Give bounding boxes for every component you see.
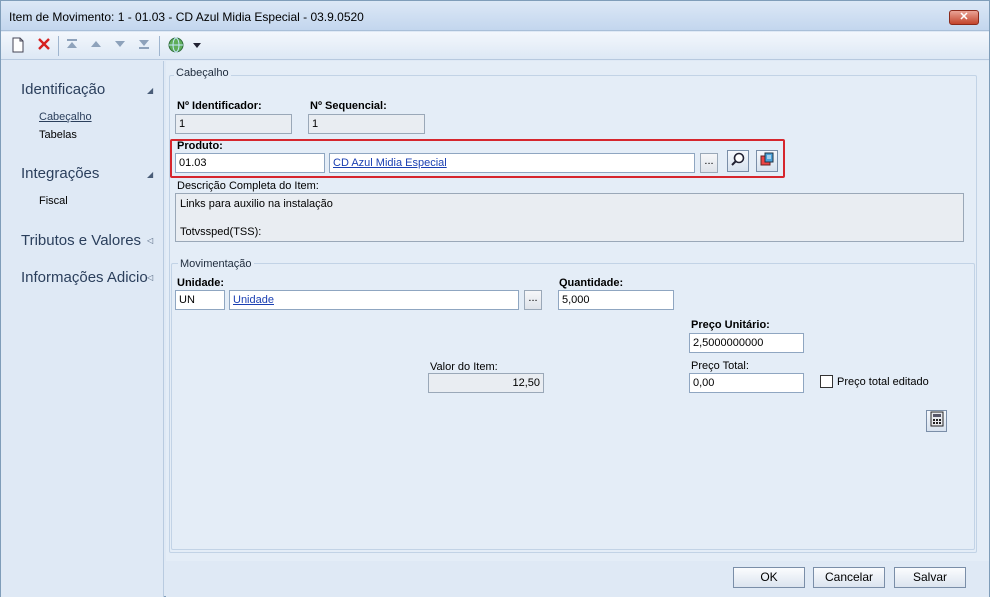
toolbar-separator (58, 36, 59, 56)
cabecalho-group-label: Cabeçalho (174, 67, 231, 79)
unidade-name-link[interactable]: Unidade (229, 290, 519, 310)
search-icon[interactable] (727, 150, 749, 172)
save-button[interactable]: Salvar (894, 567, 966, 588)
dialog-window: Item de Movimento: 1 - 01.03 - CD Azul M… (0, 0, 990, 597)
nav-section-identificacao[interactable]: Identificação (21, 81, 105, 98)
quantidade-label: Quantidade: (559, 277, 624, 289)
first-icon[interactable] (63, 37, 81, 55)
side-navigation: Identificação ◢ Cabeçalho Tabelas Integr… (1, 61, 164, 597)
nav-section-tributos[interactable]: Tributos e Valores (21, 232, 141, 249)
produto-code-field[interactable]: 01.03 (175, 153, 325, 173)
valor-item-field[interactable]: 12,50 (428, 373, 544, 393)
close-icon: ✕ (959, 11, 969, 23)
preco-total-editado-label: Preço total editado (837, 376, 929, 388)
previous-icon[interactable] (87, 37, 105, 55)
identificador-label: Nº Identificador: (177, 100, 262, 112)
unidade-lookup-button[interactable]: ... (524, 290, 542, 310)
delete-icon[interactable] (35, 37, 53, 55)
descricao-line: Totvssped(TSS): (180, 226, 262, 238)
descricao-line (180, 211, 959, 225)
produto-name-link[interactable]: CD Azul Midia Especial (329, 153, 695, 173)
expanded-arrow-icon[interactable]: ◢ (147, 86, 153, 95)
descricao-line: Links para auxilio na instalação (180, 198, 333, 210)
title-bar: Item de Movimento: 1 - 01.03 - CD Azul M… (1, 1, 989, 31)
preco-total-label: Preço Total: (691, 360, 749, 372)
preco-total-field[interactable]: 0,00 (689, 373, 804, 393)
expanded-arrow-icon[interactable]: ◢ (147, 170, 153, 179)
close-button[interactable]: ✕ (949, 10, 979, 25)
toolbar-separator (159, 36, 160, 56)
calculator-icon[interactable] (926, 410, 947, 432)
new-icon[interactable] (9, 37, 27, 55)
produto-lookup-button[interactable]: ... (700, 153, 718, 173)
cancel-button[interactable]: Cancelar (813, 567, 885, 588)
dropdown-arrow-icon[interactable] (191, 37, 203, 55)
sequencial-label: Nº Sequencial: (310, 100, 387, 112)
nav-item-fiscal[interactable]: Fiscal (39, 195, 68, 207)
edit-record-icon[interactable] (756, 150, 778, 172)
descricao-textarea[interactable]: Links para auxilio na instalação Totvssp… (175, 193, 964, 242)
collapsed-arrow-icon[interactable]: ◁ (147, 273, 153, 282)
sequencial-field[interactable]: 1 (308, 114, 425, 134)
toolbar (1, 32, 989, 60)
descricao-label: Descrição Completa do Item: (177, 180, 319, 192)
unidade-code-field[interactable]: UN (175, 290, 225, 310)
button-bar: OK Cancelar Salvar (166, 561, 989, 597)
next-icon[interactable] (111, 37, 129, 55)
ok-button[interactable]: OK (733, 567, 805, 588)
globe-icon[interactable] (167, 37, 185, 55)
preco-unitario-field[interactable]: 2,5000000000 (689, 333, 804, 353)
nav-item-cabecalho[interactable]: Cabeçalho (39, 111, 92, 123)
preco-unitario-label: Preço Unitário: (691, 319, 770, 331)
valor-item-label: Valor do Item: (430, 361, 498, 373)
preco-total-editado-checkbox[interactable] (820, 375, 833, 388)
produto-label: Produto: (177, 140, 223, 152)
identificador-field[interactable]: 1 (175, 114, 292, 134)
main-content: Cabeçalho Nº Identificador: 1 Nº Sequenc… (166, 61, 989, 561)
last-icon[interactable] (135, 37, 153, 55)
movimentacao-group-label: Movimentação (178, 258, 254, 270)
unidade-label: Unidade: (177, 277, 225, 289)
window-title: Item de Movimento: 1 - 01.03 - CD Azul M… (9, 10, 364, 24)
collapsed-arrow-icon[interactable]: ◁ (147, 236, 153, 245)
nav-item-tabelas[interactable]: Tabelas (39, 129, 77, 141)
quantidade-field[interactable]: 5,000 (558, 290, 674, 310)
nav-section-informacoes[interactable]: Informações Adicio (21, 269, 148, 286)
nav-section-integracoes[interactable]: Integrações (21, 165, 99, 182)
